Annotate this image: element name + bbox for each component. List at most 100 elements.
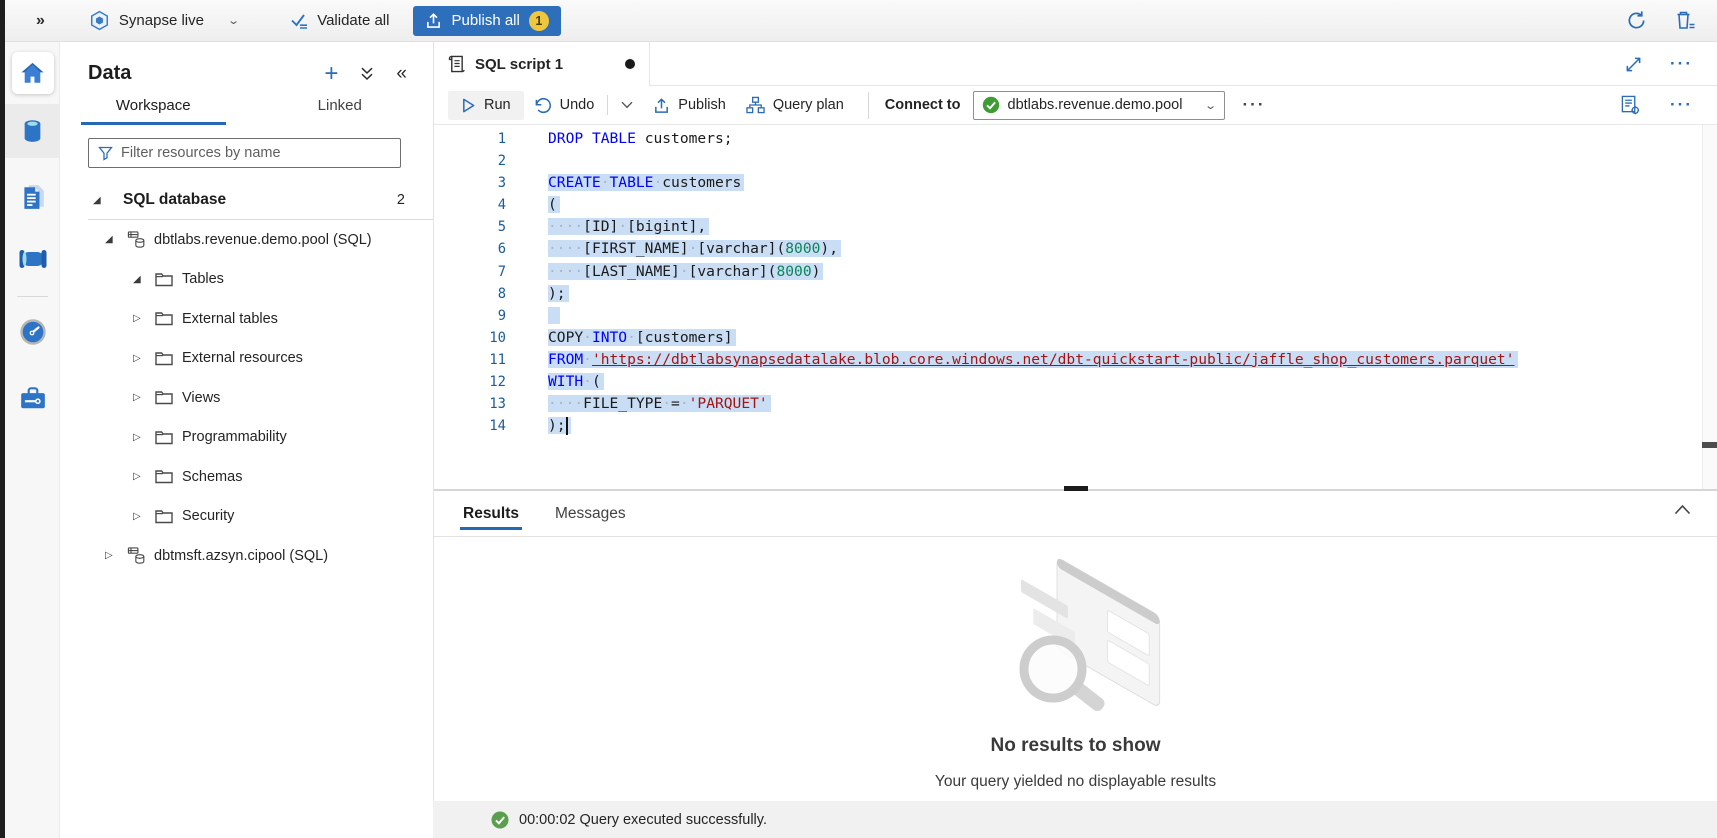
- tab-linked[interactable]: Linked: [247, 97, 434, 125]
- collapse-results-icon[interactable]: [1674, 504, 1691, 515]
- line-number: 1: [434, 128, 506, 150]
- connect-to-dropdown[interactable]: dbtlabs.revenue.demo.pool ⌄: [973, 91, 1225, 120]
- validate-icon: [290, 12, 309, 30]
- code-line-text: ····[FIRST_NAME]·[varchar](8000),: [548, 238, 838, 260]
- tree-item-tables[interactable]: ◢Tables: [60, 260, 433, 300]
- collapse-icon[interactable]: ◢: [133, 274, 155, 285]
- validate-all-button[interactable]: Validate all: [290, 12, 389, 30]
- mode-label: Synapse live: [119, 12, 204, 29]
- tree-item-external-tables[interactable]: ▷External tables: [60, 299, 433, 339]
- discard-trash-icon[interactable]: [1675, 10, 1695, 31]
- properties-icon[interactable]: [1620, 95, 1640, 115]
- panel-title: Data: [88, 62, 131, 85]
- tree-item-security[interactable]: ▷Security: [60, 497, 433, 537]
- code-line-text: FROM·'https://dbtlabsynapsedatalake.blob…: [548, 349, 1515, 371]
- collapse-icon[interactable]: ◢: [93, 195, 115, 206]
- nav-develop[interactable]: [5, 170, 60, 224]
- tab-messages[interactable]: Messages: [555, 491, 626, 537]
- scrollbar-thumb[interactable]: [1702, 442, 1717, 448]
- nav-manage[interactable]: [5, 371, 60, 425]
- code-line[interactable]: 8);: [434, 283, 1717, 305]
- code-line[interactable]: 13 ····FILE_TYPE·=·'PARQUET': [434, 393, 1717, 415]
- editor-tab-bar: SQL script 1 ···: [434, 42, 1717, 86]
- home-icon: [19, 60, 46, 86]
- collapse-all-icon[interactable]: [360, 66, 374, 81]
- code-line-text: ····FILE_TYPE·=·'PARQUET': [548, 393, 768, 415]
- tree-item-external-resources[interactable]: ▷External resources: [60, 339, 433, 379]
- expand-icon[interactable]: ▷: [133, 511, 155, 522]
- toolbar-more-icon[interactable]: ···: [1243, 95, 1266, 115]
- rail-divider: [17, 296, 48, 297]
- tree-item-label: dbtlabs.revenue.demo.pool (SQL): [154, 232, 372, 248]
- expand-icon[interactable]: ▷: [133, 392, 155, 403]
- code-line[interactable]: 14);: [434, 415, 1717, 437]
- tree-item-dbtlabs-revenue-demo-pool-sql[interactable]: ◢ dbtlabs.revenue.demo.pool (SQL): [60, 220, 433, 260]
- collapse-icon[interactable]: ◢: [105, 234, 127, 245]
- section-label: SQL database: [123, 191, 226, 209]
- undo-label: Undo: [560, 97, 595, 113]
- code-line[interactable]: 12WITH·(: [434, 371, 1717, 393]
- sql-script-icon: [448, 54, 465, 74]
- line-number: 13: [434, 393, 506, 415]
- editor-more-actions-icon[interactable]: ···: [1670, 95, 1693, 115]
- collapse-panel-icon[interactable]: «: [396, 67, 407, 81]
- empty-title: No results to show: [991, 735, 1161, 757]
- nav-home[interactable]: [5, 46, 60, 100]
- nav-data[interactable]: [5, 104, 60, 158]
- code-editor[interactable]: 1DROP TABLE customers;23CREATE·TABLE·cus…: [434, 125, 1717, 489]
- publish-button[interactable]: Publish: [643, 91, 736, 120]
- code-line[interactable]: 9: [434, 305, 1717, 327]
- filter-input[interactable]: [121, 145, 391, 161]
- data-panel-tabs: Workspace Linked: [60, 97, 433, 125]
- publish-count-badge: 1: [529, 11, 549, 31]
- database-icon: [127, 546, 154, 565]
- tab-more-actions-icon[interactable]: ···: [1670, 54, 1693, 74]
- code-line[interactable]: 3CREATE·TABLE·customers: [434, 172, 1717, 194]
- code-line[interactable]: 2: [434, 150, 1717, 172]
- tree-section-sql-database[interactable]: ◢ SQL database 2: [60, 180, 433, 220]
- undo-button[interactable]: Undo: [524, 91, 605, 120]
- folder-icon: [155, 430, 182, 445]
- tab-workspace[interactable]: Workspace: [60, 97, 247, 125]
- folder-icon: [155, 469, 182, 484]
- tree-item-schemas[interactable]: ▷Schemas: [60, 457, 433, 497]
- expand-editor-icon[interactable]: [1625, 56, 1642, 73]
- nav-integrate[interactable]: [5, 232, 60, 286]
- tree-item-views[interactable]: ▷Views: [60, 378, 433, 418]
- code-line[interactable]: 4(: [434, 194, 1717, 216]
- database-icon: [127, 230, 154, 249]
- tab-sql-script-1[interactable]: SQL script 1: [434, 42, 650, 86]
- code-line[interactable]: 7····[LAST_NAME]·[varchar](8000): [434, 261, 1717, 283]
- query-plan-button[interactable]: Query plan: [736, 90, 854, 120]
- expand-icon[interactable]: ▷: [105, 550, 127, 561]
- run-button[interactable]: Run: [448, 91, 524, 120]
- publish-all-button[interactable]: Publish all 1: [413, 6, 560, 36]
- section-count: 2: [397, 192, 405, 208]
- line-number: 2: [434, 150, 506, 172]
- expand-icon[interactable]: ▷: [133, 471, 155, 482]
- code-line-text: [548, 305, 557, 327]
- unsaved-changes-dot: [625, 59, 635, 69]
- code-line[interactable]: 5····[ID]·[bigint],: [434, 216, 1717, 238]
- code-line-text: ····[ID]·[bigint],: [548, 216, 706, 238]
- undo-dropdown[interactable]: [611, 95, 643, 115]
- refresh-icon[interactable]: [1626, 10, 1647, 31]
- editor-scrollbar[interactable]: [1702, 125, 1717, 489]
- tree-item-programmability[interactable]: ▷Programmability: [60, 418, 433, 458]
- code-line[interactable]: 6····[FIRST_NAME]·[varchar](8000),: [434, 238, 1717, 260]
- folder-icon: [155, 272, 182, 287]
- mode-switcher[interactable]: Synapse live ⌄: [89, 10, 238, 31]
- nav-rail: [5, 42, 60, 838]
- expand-icon[interactable]: ▷: [133, 432, 155, 443]
- code-line[interactable]: 10COPY·INTO·[customers]: [434, 327, 1717, 349]
- add-resource-icon[interactable]: +: [324, 65, 338, 83]
- query-plan-icon: [746, 96, 765, 114]
- nav-monitor[interactable]: [5, 305, 60, 359]
- double-chevron-icon[interactable]: »: [36, 12, 45, 30]
- tab-results[interactable]: Results: [463, 491, 519, 537]
- code-line[interactable]: 11FROM·'https://dbtlabsynapsedatalake.bl…: [434, 349, 1717, 371]
- tree-item-dbtmsft-azsyn-cipool-sql[interactable]: ▷dbtmsft.azsyn.cipool (SQL): [60, 536, 433, 576]
- expand-icon[interactable]: ▷: [133, 313, 155, 324]
- code-line[interactable]: 1DROP TABLE customers;: [434, 128, 1717, 150]
- expand-icon[interactable]: ▷: [133, 353, 155, 364]
